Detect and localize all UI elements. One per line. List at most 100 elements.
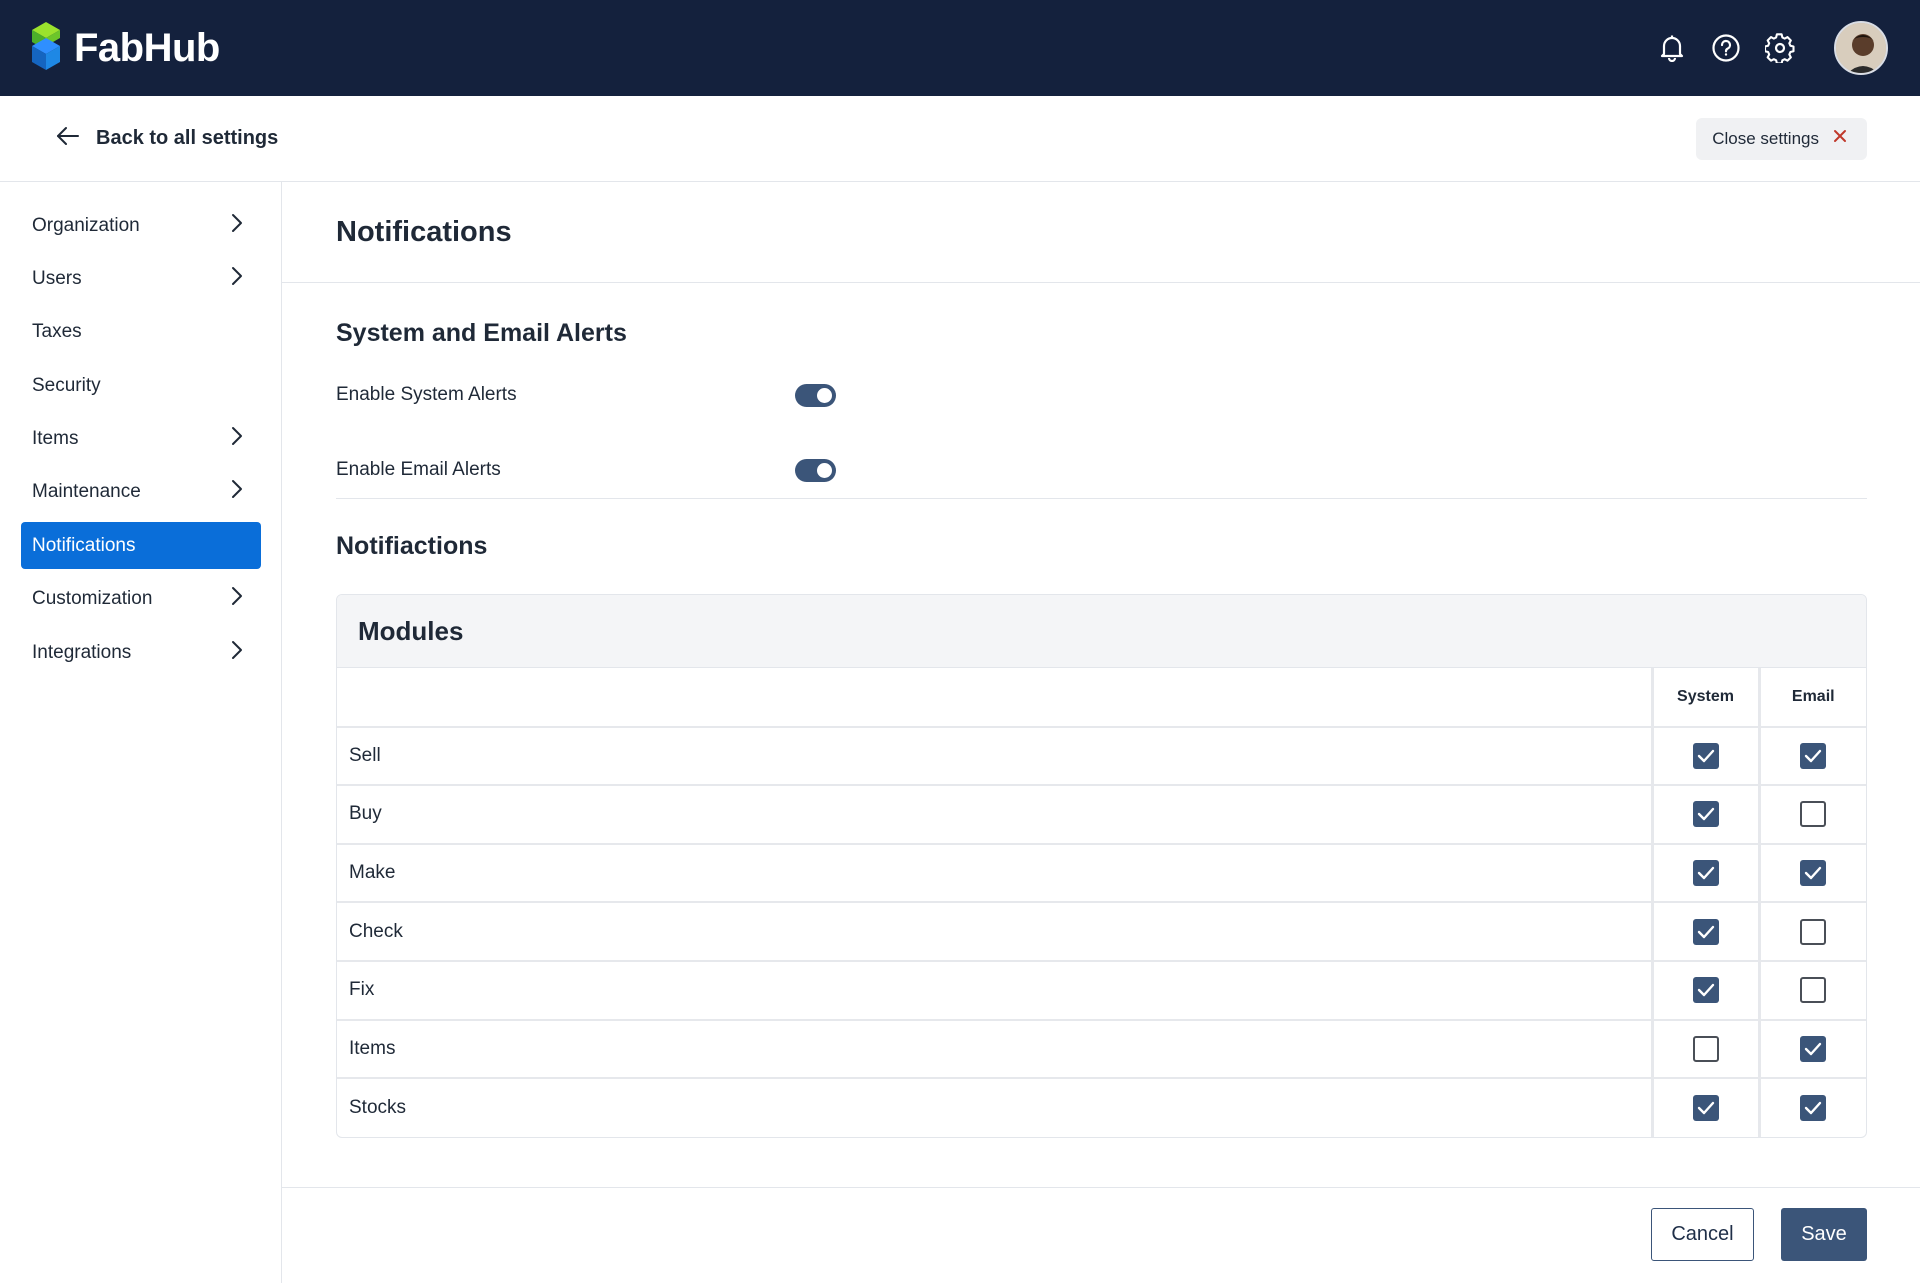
system-alerts-toggle[interactable] [795, 383, 836, 407]
system-cell [1650, 1019, 1759, 1080]
alerts-section: System and Email Alerts Enable System Al… [336, 283, 1867, 499]
email-checkbox[interactable] [1800, 1035, 1827, 1062]
sidebar-item-integrations[interactable]: Integrations [21, 629, 261, 676]
chevron-right-icon [231, 213, 243, 239]
sidebar-item-notifications[interactable]: Notifications [21, 522, 261, 570]
system-checkbox[interactable] [1692, 801, 1719, 828]
sidebar-item-label: Taxes [32, 321, 82, 343]
close-settings-label: Close settings [1712, 128, 1819, 148]
email-cell [1757, 1019, 1866, 1080]
system-checkbox[interactable] [1692, 742, 1719, 769]
bell-icon[interactable] [1656, 32, 1688, 64]
close-icon [1833, 129, 1847, 148]
module-name: Buy [337, 785, 1652, 845]
email-cell [1757, 785, 1866, 845]
sidebar-item-items[interactable]: Items [21, 416, 261, 463]
email-checkbox[interactable] [1800, 1094, 1827, 1121]
email-column-header: Email [1757, 668, 1866, 728]
modules-card: Modules System Email Sell Buy Make Check Fix… [336, 594, 1867, 1138]
email-cell [1757, 726, 1866, 787]
email-cell [1757, 960, 1866, 1021]
chevron-right-icon [231, 266, 243, 292]
table-row: Fix [337, 960, 1866, 1021]
cancel-button[interactable]: Cancel [1651, 1208, 1754, 1261]
email-alerts-label: Enable Email Alerts [336, 459, 501, 480]
email-checkbox[interactable] [1800, 977, 1827, 1004]
avatar[interactable] [1834, 21, 1888, 75]
module-name: Fix [337, 960, 1652, 1021]
sidebar-item-security[interactable]: Security [21, 362, 261, 409]
gear-icon[interactable] [1764, 32, 1796, 64]
table-row: Sell [337, 726, 1866, 787]
module-name: Make [337, 843, 1652, 904]
sidebar-item-label: Integrations [32, 641, 132, 663]
save-button[interactable]: Save [1781, 1208, 1867, 1261]
email-checkbox[interactable] [1800, 860, 1827, 887]
chevron-right-icon [231, 640, 243, 666]
table-row: Items [337, 1019, 1866, 1080]
top-bar: FabHub [0, 0, 1920, 96]
footer-actions: Cancel Save [282, 1187, 1920, 1283]
modules-table: System Email Sell Buy Make Check Fix Items Sto… [337, 668, 1866, 1137]
sidebar-item-taxes[interactable]: Taxes [21, 309, 261, 356]
email-checkbox[interactable] [1800, 801, 1827, 828]
table-row: Stocks [337, 1078, 1866, 1137]
module-name: Sell [337, 726, 1652, 787]
email-cell [1757, 902, 1866, 962]
notifications-heading: Notifiactions [336, 532, 488, 560]
chevron-right-icon [231, 586, 243, 612]
brand[interactable]: FabHub [30, 20, 220, 77]
chevron-right-icon [231, 426, 243, 452]
system-cell [1650, 843, 1759, 904]
sidebar-item-maintenance[interactable]: Maintenance [21, 469, 261, 516]
sidebar-item-label: Notifications [32, 534, 136, 556]
page-title: Notifications [336, 215, 512, 248]
sidebar-item-customization[interactable]: Customization [21, 576, 261, 623]
system-checkbox[interactable] [1692, 977, 1719, 1004]
email-alerts-toggle[interactable] [795, 458, 836, 482]
table-row: Check [337, 902, 1866, 962]
system-checkbox[interactable] [1692, 1094, 1719, 1121]
system-column-header: System [1650, 668, 1759, 728]
main-content: Notifications System and Email Alerts En… [282, 182, 1920, 1283]
brand-name: FabHub [74, 25, 220, 70]
system-cell [1650, 960, 1759, 1021]
back-link-label: Back to all settings [96, 127, 279, 149]
sidebar-item-label: Maintenance [32, 481, 141, 503]
sidebar-item-organization[interactable]: Organization [21, 202, 261, 249]
module-column-header [337, 668, 1652, 728]
settings-sidebar: Organization Users Taxes Security Items Maint… [0, 182, 282, 1283]
modules-title: Modules [358, 615, 464, 646]
system-alerts-label: Enable System Alerts [336, 384, 517, 405]
arrow-left-icon [56, 125, 80, 152]
module-name: Items [337, 1019, 1652, 1080]
sidebar-item-users[interactable]: Users [21, 255, 261, 302]
module-name: Stocks [349, 1096, 407, 1118]
system-cell [1650, 902, 1759, 962]
close-settings-button[interactable]: Close settings [1696, 117, 1867, 160]
system-alerts-row: Enable System Alerts [336, 375, 836, 415]
help-icon[interactable] [1710, 32, 1742, 64]
table-row: Make [337, 843, 1866, 904]
system-cell [1650, 1078, 1759, 1137]
system-checkbox[interactable] [1692, 1035, 1719, 1062]
sidebar-item-label: Security [32, 374, 101, 396]
system-cell [1650, 785, 1759, 845]
sidebar-item-label: Items [32, 428, 79, 450]
chevron-right-icon [231, 479, 243, 505]
system-checkbox[interactable] [1692, 918, 1719, 945]
back-to-settings-link[interactable]: Back to all settings [56, 125, 278, 152]
sidebar-item-label: Customization [32, 588, 153, 610]
table-row: Buy [337, 785, 1866, 845]
email-checkbox[interactable] [1800, 742, 1827, 769]
sidebar-item-label: Users [32, 267, 82, 289]
module-name: Check [337, 902, 1652, 962]
email-alerts-row: Enable Email Alerts [336, 450, 836, 490]
fabhub-logo-icon [30, 20, 62, 77]
table-header-row: System Email [337, 668, 1866, 728]
email-cell [1757, 1078, 1866, 1137]
email-checkbox[interactable] [1800, 918, 1827, 945]
sidebar-item-label: Organization [32, 214, 140, 236]
alerts-heading: System and Email Alerts [336, 319, 627, 347]
system-checkbox[interactable] [1692, 860, 1719, 887]
